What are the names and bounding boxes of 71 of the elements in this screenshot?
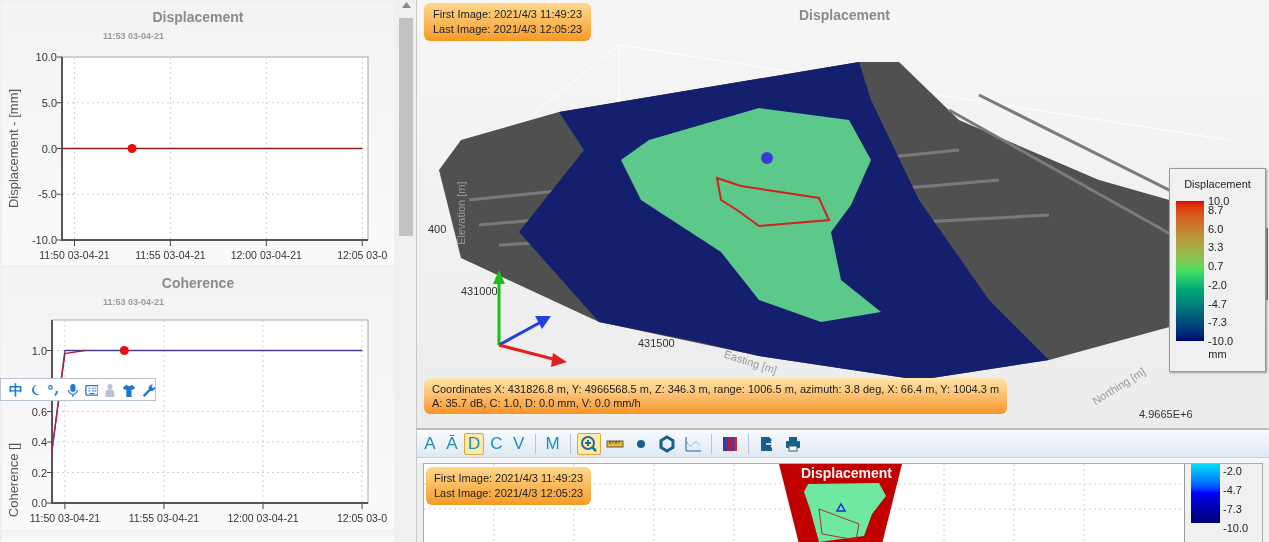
info-text: First Image: 2021/4/3 11:49:23 (433, 7, 583, 22)
chart-title: Displacement (152, 9, 244, 25)
axis-title: Coherence [] (6, 442, 21, 518)
axis-tick-label: 10.0 (35, 51, 57, 63)
axis-label: 4.9665E+6 (1139, 407, 1193, 422)
legend-label: -2.0 (1223, 465, 1242, 477)
legend-label: -4.7 (1223, 484, 1242, 496)
info-text: Last Image: 2021/4/3 12:05:23 (433, 22, 583, 37)
legend-label: 3.3 (1208, 241, 1224, 253)
axis-tick-label: 12:00 03-04-21 (227, 512, 299, 524)
legend-label: -2.0 (1208, 279, 1227, 291)
axis-tick-label: 0.0 (41, 142, 57, 155)
toolbar-button[interactable]: Ā (442, 432, 462, 455)
axis-label: 400 (428, 222, 447, 237)
chart-title: Coherence (161, 275, 235, 291)
cursor-time: 11:53 03-04-21 (103, 31, 165, 42)
marker-dot (127, 144, 137, 153)
marker-dot (119, 346, 129, 355)
axis-tick-label: 11:55 03-04-21 (135, 249, 206, 261)
legend-label: 8.7 (1208, 204, 1224, 216)
line-graph-icon (683, 434, 702, 453)
axis-tick-label: 0.2 (31, 466, 47, 479)
legend-label: -7.3 (1223, 503, 1242, 515)
axis-tick-label: 11:50 03-04-21 (29, 512, 101, 524)
zoom-in-icon (579, 434, 598, 453)
legend-title: Displacement (1184, 178, 1251, 191)
color-scale-bar (1191, 464, 1220, 523)
axis-label: 431500 (638, 336, 675, 351)
printer-icon (783, 434, 802, 453)
axis-tick-label: 11:55 03-04-21 (128, 512, 200, 524)
legend-label: -4.7 (1208, 298, 1227, 310)
legend-label: 6.0 (1208, 223, 1224, 235)
axis-tick-label: 0.0 (31, 497, 47, 509)
legend-label: 0.7 (1208, 260, 1224, 272)
axis-tick-label: 5.0 (41, 96, 57, 109)
legend-label: -10.0 (1208, 335, 1234, 347)
axis-label: Elevation [m] (453, 181, 468, 246)
legend-unit: mm (1208, 348, 1227, 361)
color-bars-icon (720, 434, 739, 453)
view-title: Displacement (801, 465, 893, 482)
cursor-time: 11:53 03-04-21 (103, 297, 165, 308)
axis-tick-label: 11:50 03-04-21 (39, 249, 110, 261)
toolbar-button[interactable] (576, 432, 601, 455)
toolbar-button[interactable]: C (486, 432, 507, 455)
legend-label: -10.0 (1223, 522, 1249, 534)
axis-tick-label: 12:05 03-0 (337, 249, 388, 261)
axis-tick-label: 0.4 (31, 436, 47, 448)
microphone-icon[interactable] (65, 381, 80, 398)
view-title: Displacement (799, 6, 891, 25)
info-text: First Image: 2021/4/3 11:49:23 (434, 471, 584, 486)
toolbar-button[interactable]: A (420, 432, 440, 455)
axis-title: Displacement - [mm] (6, 88, 21, 209)
axis-tick-label: -10.0 (31, 234, 57, 246)
coordinates-text: A: 35.7 dB, C: 1.0, D: 0.0 mm, V: 0.0 mm/h (432, 396, 642, 410)
axis-tick-label: 12:05 03-0 (336, 512, 388, 524)
legend-label: -7.3 (1208, 316, 1227, 328)
axis-tick-label: -5.0 (38, 188, 57, 201)
legend-label: 10.0 (1208, 195, 1230, 207)
toolbar-button[interactable]: D (464, 432, 485, 455)
input-mode-button[interactable]: 中 (9, 381, 23, 398)
toolbar-button[interactable]: M (541, 432, 564, 455)
axis-tick-label: 0.6 (31, 405, 47, 418)
axis-tick-label: 12:00 03-04-21 (230, 249, 302, 261)
scroll-up-arrow-icon[interactable] (401, 2, 411, 8)
axis-tick-label: 1.0 (31, 344, 47, 357)
scrollbar-thumb[interactable] (399, 18, 413, 236)
hexagon-icon (657, 434, 676, 453)
coordinates-text: Coordinates X: 431826.8 m, Y: 4966568.5 m, Z: 346.3 m, range: 1006.5 m, azimuth: 3.8 deg, X: 66.4 m, Y: 1004.3 m (432, 382, 1000, 396)
info-text: Last Image: 2021/4/3 12:05:23 (434, 486, 584, 501)
toolbar-button[interactable]: V (508, 432, 529, 455)
axis-label: 431000 (461, 284, 498, 299)
